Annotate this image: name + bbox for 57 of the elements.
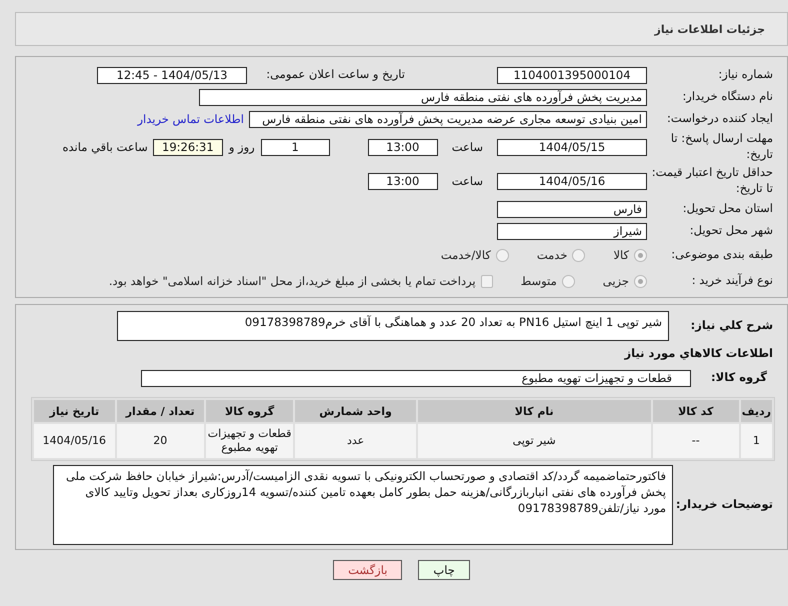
column-header: کد کالا <box>652 400 739 422</box>
column-header: تاریخ نیاز <box>34 400 115 422</box>
buyer-contact-link[interactable]: اطلاعات تماس خریدار <box>137 112 244 126</box>
field-label: نام دستگاه خریدار: <box>681 89 774 105</box>
field-label: طبقه بندی موضوعی: <box>670 247 774 263</box>
remaining-time-field: 19:26:31 <box>152 138 223 156</box>
category-radio[interactable]: کالا <box>613 248 647 262</box>
field-label: گروه کالا: <box>710 370 768 386</box>
page-title: جزئیات اطلاعات نیاز <box>15 12 788 46</box>
print-button[interactable]: چاپ <box>418 560 470 580</box>
time-label: ساعت <box>452 140 483 154</box>
validity-time-field: 13:00 <box>368 172 438 190</box>
need-number-field: 1104001395000104 <box>497 66 647 84</box>
table-cell: عدد <box>295 424 416 458</box>
description-field: شیر توپی 1 اینچ استیل PN16 به تعداد 20 عدد و هماهنگی با آقای خرم09178398789 <box>117 311 669 341</box>
category-radio[interactable]: کالا/خدمت <box>440 248 509 262</box>
table-cell: 1404/05/16 <box>34 424 115 458</box>
table-cell: شیر توپی <box>418 424 651 458</box>
field-label: شرح کلي نياز: <box>690 318 774 334</box>
table-cell: -- <box>652 424 739 458</box>
deadline-date-field: 1404/05/15 <box>497 138 647 156</box>
requester-field: امین بنیادی توسعه مجاری عرضه مدیریت پخش فرآورده های نفتی منطقه فارس <box>249 110 647 128</box>
buyer-notes-field: فاکتورحتماضمیمه گردد/کد اقتصادی و صورتحساب الکترونیکی با تسویه نقدی الزامیست/آدرس:شیراز خیابان حافظ شرکت ملی پخش فرآورده های نفتی انباربازرگانی/هزینه حمل بطور کامل بعهده تامین کننده/تسویه 14روزکاری بعداز تحویل وتایید کالای مورد نیاز/تلفن09178398789 <box>53 465 673 545</box>
back-button[interactable]: بازگشت <box>333 560 402 580</box>
process-radio[interactable]: متوسط <box>520 274 575 288</box>
field-label: نوع فرآیند خرید : <box>690 273 774 289</box>
buyer-org-field: مدیریت پخش فرآورده های نفتی منطقه فارس <box>199 88 647 106</box>
city-field: شیراز <box>497 222 647 240</box>
treasury-checkbox[interactable]: پرداخت تمام یا بخشی از مبلغ خرید،از محل "اسناد خزانه اسلامی" خواهد بود. <box>108 274 493 288</box>
field-label: حداقل تاریخ اعتبار قیمت: تا تاریخ: <box>650 165 774 197</box>
province-field: فارس <box>497 200 647 218</box>
remaining-label: ساعت باقي مانده <box>62 140 148 154</box>
table-cell: 1 <box>740 424 772 458</box>
column-header: نام کالا <box>418 400 651 422</box>
goods-group-field: قطعات و تجهیزات تهویه مطبوع <box>141 370 691 386</box>
days-label: روز و <box>228 140 255 154</box>
section-title: اطلاعات کالاهاي مورد نياز <box>623 346 774 362</box>
process-radio[interactable]: جزیی <box>602 274 647 288</box>
column-header: تعداد / مقدار <box>116 400 204 422</box>
announce-date-field: 1404/05/13 - 12:45 <box>97 66 247 84</box>
field-label: استان محل تحویل: <box>682 201 774 217</box>
field-label: توضیحات خریدار: <box>674 497 774 513</box>
days-field: 1 <box>260 138 330 156</box>
table-cell: 20 <box>116 424 204 458</box>
field-label: مهلت ارسال پاسخ: تا تاریخ: <box>670 131 774 163</box>
column-header: ردیف <box>740 400 772 422</box>
validity-date-field: 1404/05/16 <box>497 172 647 190</box>
deadline-time-field: 13:00 <box>368 138 438 156</box>
table-cell: قطعات و تجهیزات تهویه مطبوع <box>206 424 294 458</box>
column-header: گروه کالا <box>206 400 294 422</box>
column-header: واحد شمارش <box>295 400 416 422</box>
field-label: تاریخ و ساعت اعلان عمومی: <box>265 67 406 83</box>
category-radio[interactable]: خدمت <box>536 248 586 262</box>
field-label: شهر محل تحویل: <box>688 223 774 239</box>
field-label: ایجاد کننده درخواست: <box>666 111 774 127</box>
time-label: ساعت <box>452 174 483 188</box>
field-label: شماره نیاز: <box>717 67 774 83</box>
